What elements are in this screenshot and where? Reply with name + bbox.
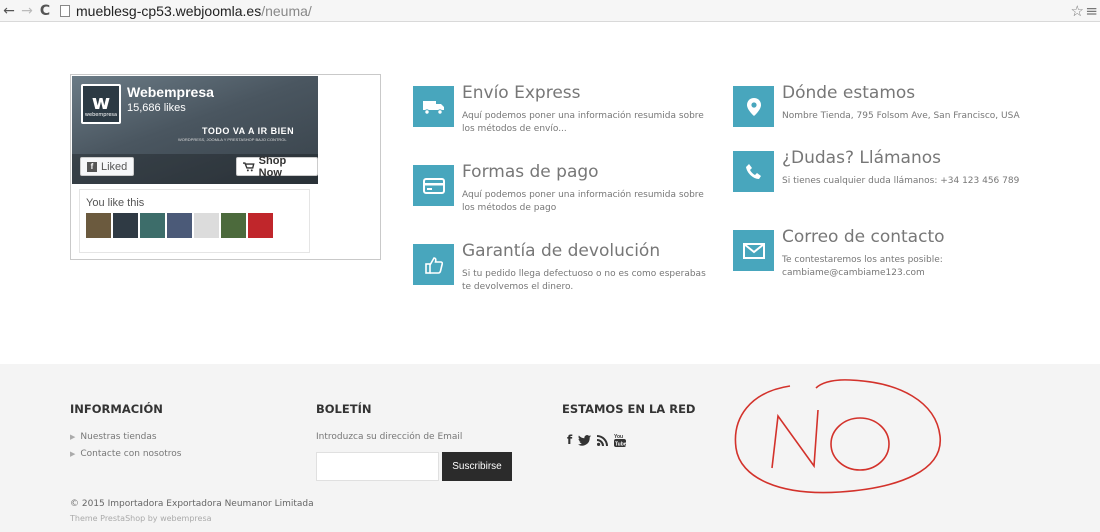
facebook-like-count: 15,686 likes [127,102,186,114]
credit-card-icon [413,165,454,206]
url-path: /neuma/ [261,2,312,19]
newsletter-text: Introduzca su dirección de Email [316,432,463,442]
browser-toolbar: ← → C mueblesg-cp53.webjoomla.es/neuma/ … [0,0,1100,22]
friend-avatar[interactable] [86,213,111,238]
facebook-icon[interactable]: f [567,433,572,447]
info-heading: INFORMACIÓN [70,402,163,416]
cover-slogan-sub: WORDPRESS, JOOMLA Y PRESTASHOP BAJO CONT… [178,137,287,142]
feature-text: Aquí podemos poner una información resum… [462,190,704,213]
reload-icon[interactable]: C [36,2,54,20]
chevron-right-icon: ▶ [70,433,76,441]
newsletter-email-input[interactable] [316,452,439,481]
friend-avatars [86,213,273,238]
facebook-cover-image[interactable]: w webempresa Webempresa 15,686 likes TOD… [72,76,318,184]
back-arrow-icon[interactable]: ← [0,2,18,20]
theme-credit[interactable]: Theme PrestaShop by webempresa [70,514,212,523]
cart-icon [243,161,255,171]
friend-avatar[interactable] [140,213,165,238]
shop-now-button[interactable]: Shop Now [236,155,318,179]
feature-text: Si tu pedido llega defectuoso o no es co… [462,269,706,292]
forward-arrow-icon[interactable]: → [18,2,36,20]
bookmark-star-icon[interactable]: ☆ [1071,2,1084,20]
rss-icon[interactable] [597,434,609,446]
feature-title: Correo de contacto [782,227,945,247]
social-icons: f You Tube [567,433,627,448]
chevron-right-icon: ▶ [70,450,76,458]
friend-avatar[interactable] [113,213,138,238]
footer-link-contact[interactable]: ▶ Contacte con nosotros [70,449,181,459]
friend-avatar[interactable] [248,213,273,238]
social-heading: ESTAMOS EN LA RED [562,402,696,416]
url-host: mueblesg-cp53.webjoomla.es [76,2,262,19]
feature-text: Te contestaremos los antes posible: camb… [782,255,943,278]
feature-title: Dónde estamos [782,83,916,103]
facebook-page-name[interactable]: Webempresa [127,84,214,100]
you-like-this-label: You like this [86,197,145,209]
cover-slogan: TODO VA A IR BIEN [202,126,295,136]
liked-button[interactable]: f Liked [80,157,135,176]
feature-title: Formas de pago [462,162,599,182]
copyright-text: © 2015 Importadora Exportadora Neumanor … [70,499,314,509]
feature-text: Si tienes cualquier duda llámanos: +34 1… [782,176,1020,186]
address-bar[interactable]: mueblesg-cp53.webjoomla.es/neuma/ [60,3,312,19]
feature-text: Aquí podemos poner una información resum… [462,111,704,134]
friend-avatar[interactable] [167,213,192,238]
feature-title: Garantía de devolución [462,241,661,261]
handwritten-no-annotation [734,379,941,494]
subscribe-button[interactable]: Suscribirse [442,452,512,481]
phone-icon [733,151,774,192]
twitter-icon[interactable] [578,434,592,446]
browser-menu-icon[interactable]: ≡ [1085,2,1098,20]
webempresa-logo[interactable]: w webempresa [81,84,121,124]
envelope-icon [733,230,774,271]
map-marker-icon [733,86,774,127]
youtube-icon[interactable]: YouTube [614,433,627,448]
facebook-f-icon: f [87,161,97,172]
friends-like-panel: You like this [79,189,310,253]
facebook-page-widget: w webempresa Webempresa 15,686 likes TOD… [70,74,381,260]
truck-icon [413,86,454,127]
feature-title: Envío Express [462,83,581,103]
thumbs-up-icon [413,244,454,285]
friend-avatar[interactable] [221,213,246,238]
page-icon [60,4,70,17]
friend-avatar[interactable] [194,213,219,238]
svg-text:Tube: Tube [615,442,626,448]
footer-link-stores[interactable]: ▶ Nuestras tiendas [70,432,157,442]
feature-title: ¿Dudas? Llámanos [782,148,942,168]
newsletter-heading: BOLETÍN [316,402,372,416]
feature-text: Nombre Tienda, 795 Folsom Ave, San Franc… [782,111,1020,121]
